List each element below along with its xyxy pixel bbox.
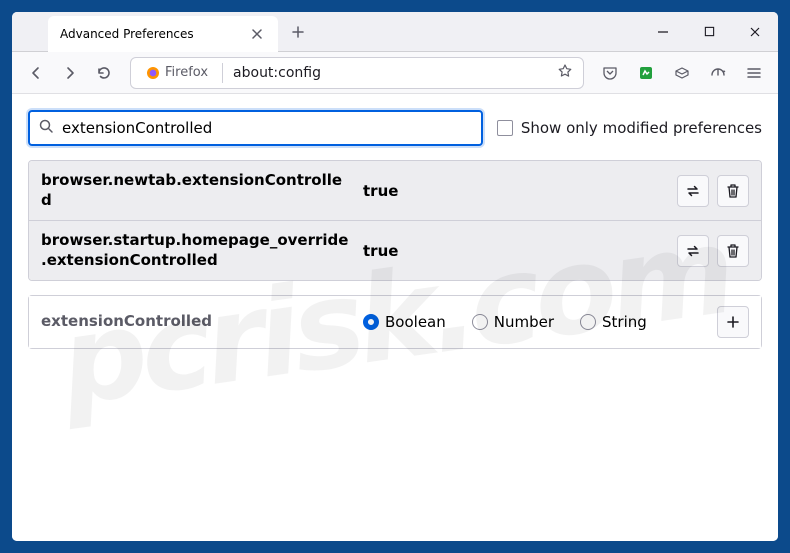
new-tab-button[interactable] <box>284 18 312 46</box>
pref-row[interactable]: browser.newtab.extensionControlled true <box>29 161 761 220</box>
radio-string[interactable]: String <box>580 313 647 331</box>
bookmark-star-icon[interactable] <box>557 63 573 83</box>
pocket-button[interactable] <box>594 57 626 89</box>
radio-icon <box>472 314 488 330</box>
row-actions <box>717 306 749 338</box>
add-button[interactable] <box>717 306 749 338</box>
row-actions <box>677 235 749 267</box>
navigation-toolbar: Firefox about:config <box>12 52 778 94</box>
url-text: about:config <box>233 65 551 81</box>
titlebar: Advanced Preferences <box>12 12 778 52</box>
search-row: Show only modified preferences <box>28 110 762 146</box>
minimize-button[interactable] <box>640 12 686 52</box>
active-tab[interactable]: Advanced Preferences <box>48 16 278 52</box>
back-button[interactable] <box>20 57 52 89</box>
urlbar[interactable]: Firefox about:config <box>130 57 584 89</box>
radio-icon <box>580 314 596 330</box>
checkbox-label: Show only modified preferences <box>521 119 762 137</box>
reload-button[interactable] <box>88 57 120 89</box>
about-config-content: Show only modified preferences browser.n… <box>12 94 778 541</box>
close-window-button[interactable] <box>732 12 778 52</box>
maximize-button[interactable] <box>686 12 732 52</box>
pref-row[interactable]: browser.startup.homepage_override.extens… <box>29 220 761 280</box>
new-preference-row: extensionControlled Boolean Number Strin… <box>29 296 761 348</box>
show-modified-checkbox[interactable]: Show only modified preferences <box>497 119 762 137</box>
delete-button[interactable] <box>717 235 749 267</box>
radio-boolean[interactable]: Boolean <box>363 313 446 331</box>
app-menu-button[interactable] <box>738 57 770 89</box>
search-input[interactable] <box>62 119 473 137</box>
pref-name: browser.startup.homepage_override.extens… <box>41 231 351 270</box>
close-tab-button[interactable] <box>248 25 266 43</box>
type-radio-group: Boolean Number String <box>363 313 705 331</box>
pref-value: true <box>363 242 665 260</box>
search-container[interactable] <box>28 110 483 146</box>
identity-box[interactable]: Firefox <box>137 63 216 83</box>
search-icon <box>38 118 54 138</box>
tab-title: Advanced Preferences <box>60 27 248 41</box>
radio-icon <box>363 314 379 330</box>
protection-button[interactable] <box>702 57 734 89</box>
identity-label: Firefox <box>165 65 208 80</box>
toggle-button[interactable] <box>677 175 709 207</box>
window-controls <box>640 12 778 52</box>
checkbox-icon <box>497 120 513 136</box>
pref-value: true <box>363 182 665 200</box>
new-pref-name: extensionControlled <box>41 312 351 332</box>
row-actions <box>677 175 749 207</box>
preferences-table: browser.newtab.extensionControlled true … <box>28 160 762 281</box>
identity-separator <box>222 63 223 83</box>
extension-button[interactable] <box>630 57 662 89</box>
radio-number[interactable]: Number <box>472 313 554 331</box>
firefox-icon <box>145 65 161 81</box>
forward-button[interactable] <box>54 57 86 89</box>
firefox-window: Advanced Preferences Firefox about:confi… <box>11 11 779 542</box>
delete-button[interactable] <box>717 175 749 207</box>
new-preference-row-container: extensionControlled Boolean Number Strin… <box>28 295 762 349</box>
account-button[interactable] <box>666 57 698 89</box>
toggle-button[interactable] <box>677 235 709 267</box>
pref-name: browser.newtab.extensionControlled <box>41 171 351 210</box>
